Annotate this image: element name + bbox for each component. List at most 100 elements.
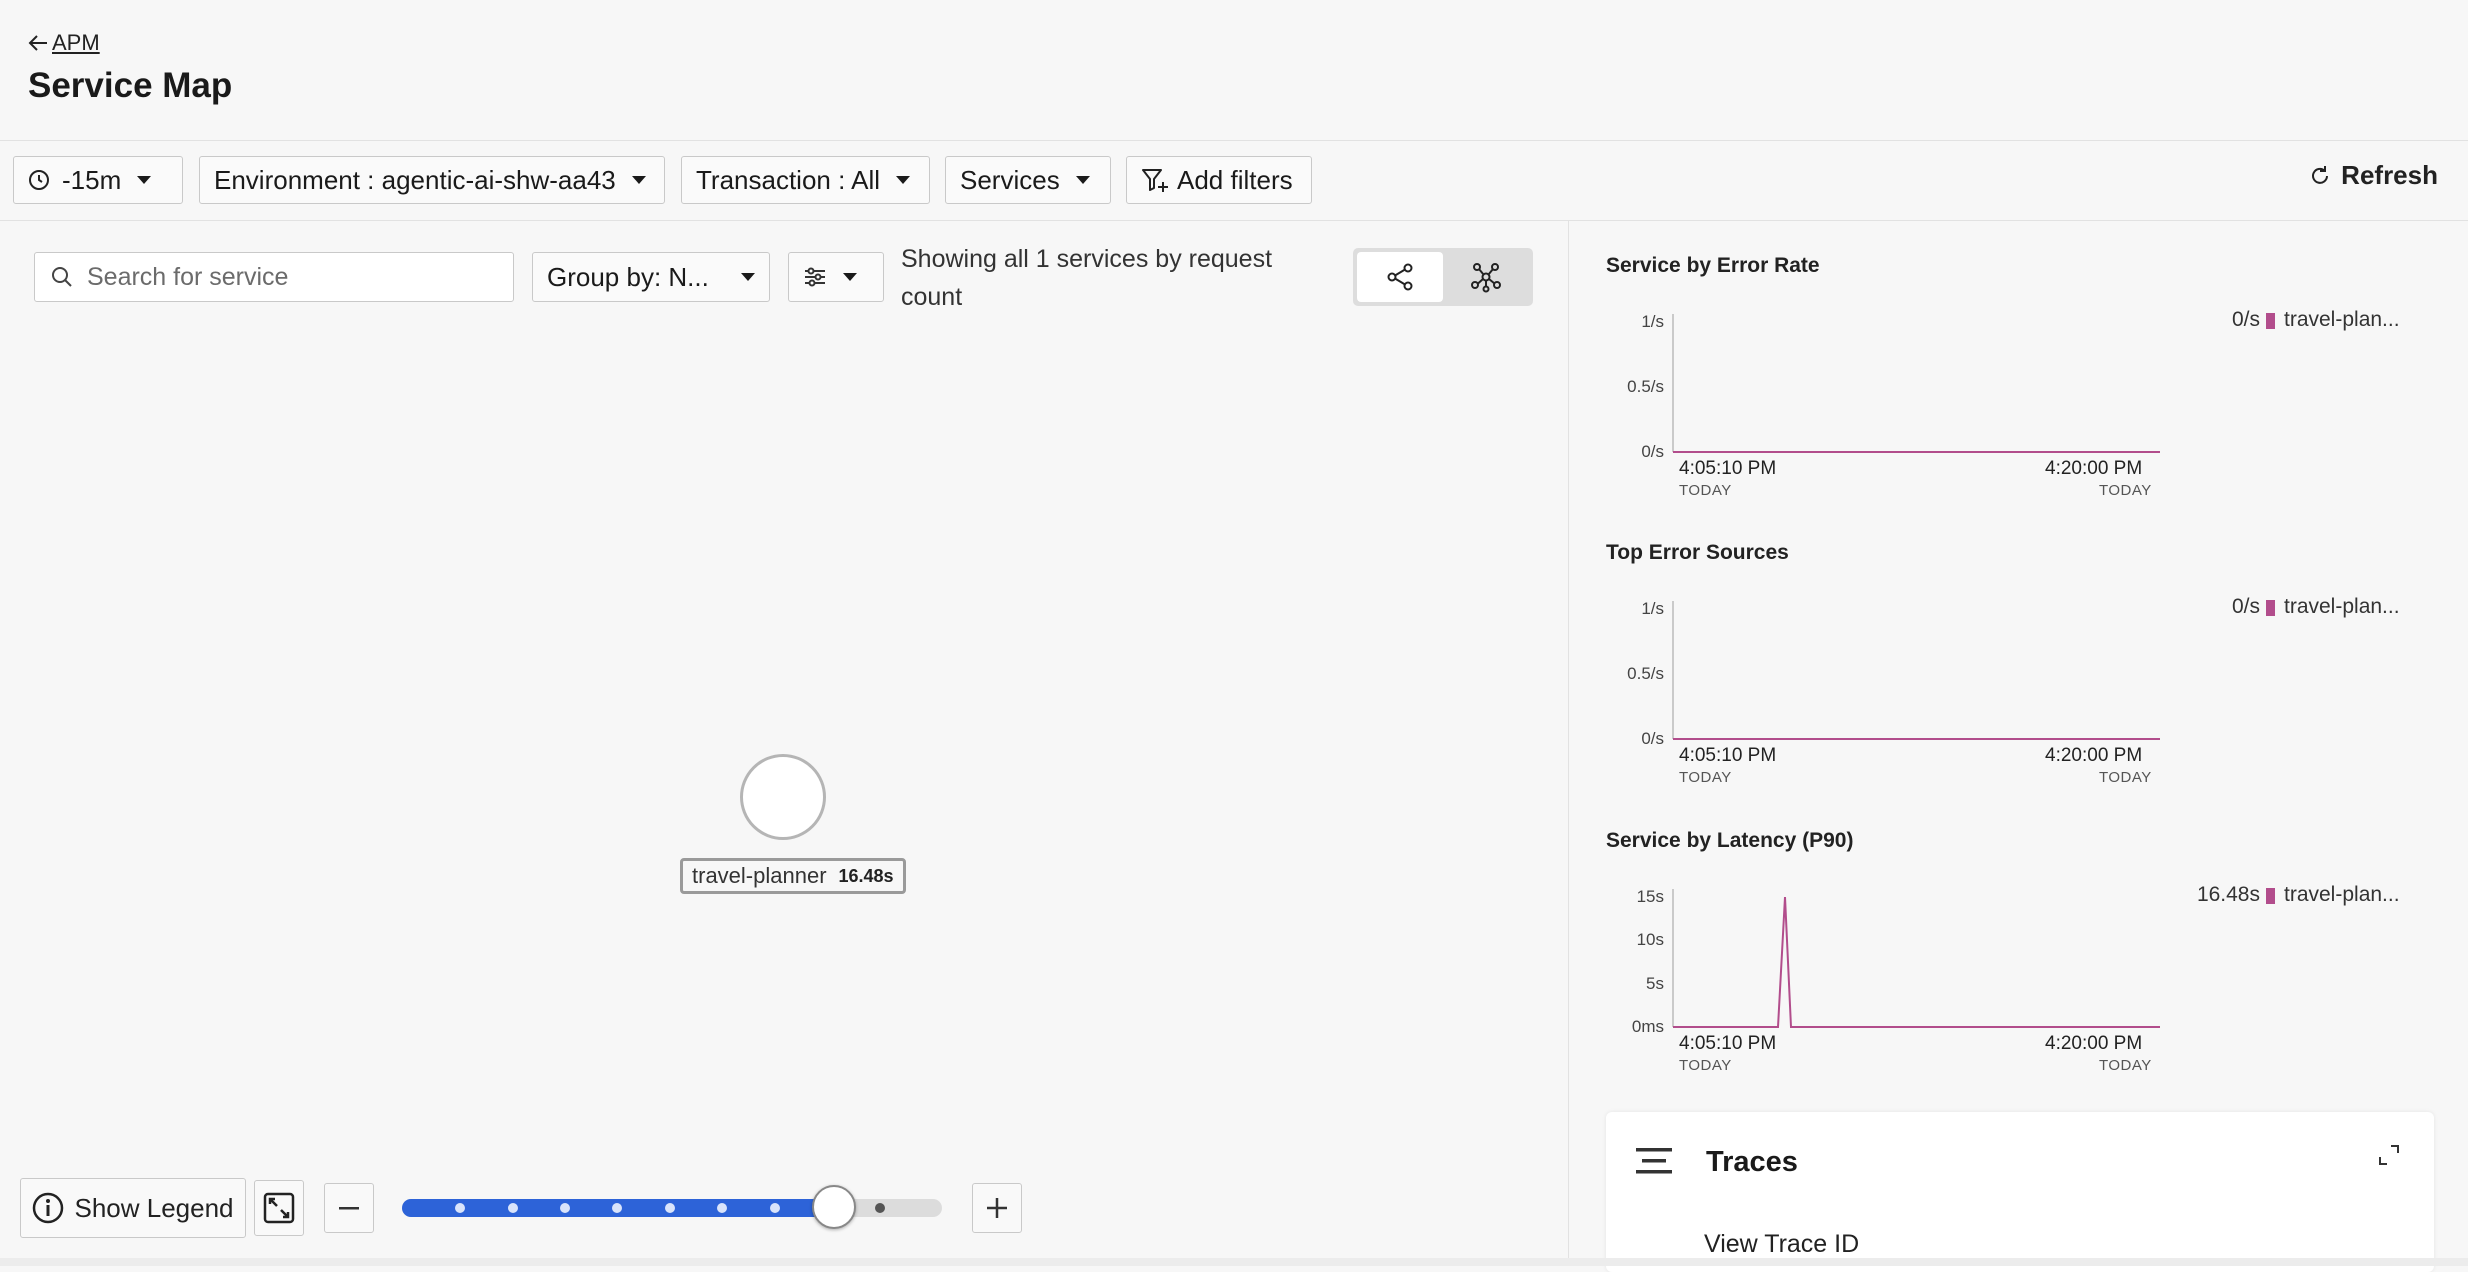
back-link-label: APM bbox=[52, 30, 100, 55]
chart-plot bbox=[1672, 314, 2160, 453]
chevron-down-icon bbox=[896, 176, 911, 184]
chevron-down-icon bbox=[1075, 176, 1090, 184]
legend-series-name[interactable]: travel-plan... bbox=[2284, 883, 2400, 907]
y-tick-label: 0ms bbox=[1631, 1017, 1664, 1036]
search-input[interactable] bbox=[85, 261, 489, 293]
legend-swatch bbox=[2266, 600, 2275, 616]
bottom-strip bbox=[0, 1258, 2468, 1266]
hierarchy-view-button[interactable] bbox=[1443, 252, 1529, 302]
minus-icon bbox=[339, 1207, 359, 1210]
group-by-select[interactable]: Group by: N... bbox=[532, 252, 770, 302]
chevron-down-icon bbox=[741, 273, 755, 281]
info-icon bbox=[33, 1192, 64, 1224]
zoom-in-button[interactable] bbox=[972, 1183, 1022, 1233]
chevron-down-icon bbox=[843, 273, 857, 281]
time-range-select[interactable]: -15m bbox=[13, 156, 183, 204]
x-end-label: 4:20:00 PM bbox=[2045, 458, 2143, 479]
back-to-apm-link[interactable]: APM bbox=[28, 30, 100, 56]
fit-screen-icon bbox=[263, 1192, 295, 1224]
zoom-out-button[interactable] bbox=[324, 1183, 374, 1233]
zoom-slider-step bbox=[612, 1203, 622, 1213]
x-end-label: 4:20:00 PM bbox=[2045, 745, 2143, 766]
chart-plot bbox=[1672, 601, 2160, 740]
x-end-label: 4:20:00 PM bbox=[2045, 1033, 2143, 1054]
network-icon bbox=[1471, 263, 1501, 293]
map-options-select[interactable] bbox=[788, 252, 884, 302]
chevron-down-icon bbox=[631, 176, 646, 184]
y-tick-label: 10s bbox=[1636, 930, 1664, 950]
show-legend-label: Show Legend bbox=[74, 1192, 234, 1223]
zoom-slider-step bbox=[770, 1203, 780, 1213]
legend-series-name[interactable]: travel-plan... bbox=[2284, 308, 2400, 332]
legend-value: 16.48s bbox=[2196, 883, 2260, 906]
chart-title: Service by Latency (P90) bbox=[1606, 829, 1854, 852]
x-end-day: TODAY bbox=[2099, 769, 2152, 786]
panel-divider bbox=[1568, 221, 1569, 1266]
list-icon bbox=[1636, 1148, 1672, 1174]
legend-value: 0/s bbox=[2231, 308, 2260, 331]
service-node-latency: 16.48s bbox=[838, 865, 894, 886]
legend-swatch bbox=[2266, 313, 2275, 329]
environment-label: Environment : agentic-ai-shw-aa43 bbox=[214, 164, 616, 195]
service-node-name: travel-planner bbox=[692, 863, 827, 888]
filter-plus-icon bbox=[1142, 169, 1168, 192]
services-select[interactable]: Services bbox=[945, 156, 1111, 204]
transaction-select[interactable]: Transaction : All bbox=[681, 156, 930, 204]
legend-series-name[interactable]: travel-plan... bbox=[2284, 595, 2400, 619]
share-graph-icon bbox=[1387, 263, 1413, 291]
transaction-label: Transaction : All bbox=[696, 164, 881, 195]
chevron-down-icon bbox=[137, 176, 152, 184]
series-line bbox=[1673, 896, 2160, 1028]
map-view-button[interactable] bbox=[1357, 252, 1443, 302]
zoom-slider-step bbox=[875, 1203, 885, 1213]
x-end-day: TODAY bbox=[2099, 482, 2152, 499]
refresh-icon bbox=[2312, 165, 2329, 184]
service-search-field[interactable] bbox=[34, 252, 514, 302]
view-trace-id-link[interactable]: View Trace ID bbox=[1704, 1230, 1859, 1259]
y-tick-label: 1/s bbox=[1641, 599, 1664, 618]
expand-icon[interactable] bbox=[2378, 1144, 2400, 1166]
zoom-slider-step bbox=[560, 1203, 570, 1213]
zoom-slider-thumb[interactable] bbox=[812, 1185, 856, 1229]
y-tick-label: 15s bbox=[1636, 887, 1664, 906]
service-node-label[interactable]: travel-planner 16.48s bbox=[680, 858, 906, 894]
zoom-slider-step bbox=[508, 1203, 518, 1213]
legend-swatch bbox=[2266, 888, 2275, 904]
y-tick-label: 1/s bbox=[1641, 312, 1664, 331]
zoom-slider-step bbox=[717, 1203, 727, 1213]
toolbar-divider bbox=[0, 220, 2468, 221]
add-filters-label: Add filters bbox=[1177, 164, 1293, 195]
zoom-slider-step bbox=[665, 1203, 675, 1213]
service-node[interactable] bbox=[740, 754, 826, 840]
x-start-label: 4:05:10 PM bbox=[1679, 458, 1777, 479]
environment-select[interactable]: Environment : agentic-ai-shw-aa43 bbox=[199, 156, 665, 204]
search-icon bbox=[52, 267, 72, 287]
chart-title: Service by Error Rate bbox=[1606, 254, 1820, 277]
services-label: Services bbox=[960, 164, 1060, 195]
add-filters-button[interactable]: Add filters bbox=[1126, 156, 1312, 204]
show-legend-button[interactable]: Show Legend bbox=[20, 1178, 246, 1238]
y-tick-label: 0/s bbox=[1641, 442, 1664, 461]
y-tick-label: 0.5/s bbox=[1627, 377, 1664, 396]
fit-to-screen-button[interactable] bbox=[254, 1180, 304, 1236]
page-title: Service Map bbox=[28, 66, 233, 105]
y-tick-label: 0/s bbox=[1641, 729, 1664, 748]
x-start-day: TODAY bbox=[1679, 482, 1732, 499]
x-start-label: 4:05:10 PM bbox=[1679, 1033, 1777, 1054]
sliders-icon bbox=[805, 267, 825, 287]
legend-value: 0/s bbox=[2231, 595, 2260, 618]
refresh-button[interactable]: Refresh bbox=[2309, 160, 2438, 191]
x-start-label: 4:05:10 PM bbox=[1679, 745, 1777, 766]
y-tick-label: 5s bbox=[1646, 973, 1664, 993]
x-end-day: TODAY bbox=[2099, 1057, 2152, 1074]
traces-title: Traces bbox=[1706, 1146, 1798, 1178]
group-by-label: Group by: N... bbox=[547, 261, 709, 292]
chart-plot bbox=[1672, 889, 2160, 1028]
header-divider bbox=[0, 140, 2468, 141]
y-tick-label: 0.5/s bbox=[1627, 664, 1664, 683]
plus-icon bbox=[987, 1198, 1007, 1218]
chart-title: Top Error Sources bbox=[1606, 541, 1789, 564]
x-start-day: TODAY bbox=[1679, 769, 1732, 786]
clock-icon bbox=[29, 170, 49, 190]
time-range-label: -15m bbox=[62, 164, 122, 195]
